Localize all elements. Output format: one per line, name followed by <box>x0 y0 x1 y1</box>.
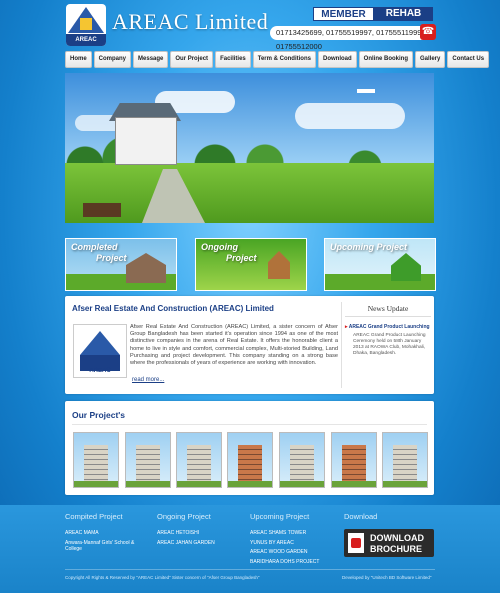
site-title: AREAC Limited <box>112 9 269 34</box>
about-text: Afser Real Estate And Construction (AREA… <box>130 324 338 367</box>
tile-ongoing-l2: Project <box>226 253 257 263</box>
main-nav: Home Company Message Our Project Facilit… <box>65 51 490 68</box>
house-frame-icon <box>268 251 290 279</box>
nav-online-booking[interactable]: Online Booking <box>358 51 413 68</box>
phone-icon: ☎ <box>420 24 436 40</box>
footer-download: Download <box>344 512 434 521</box>
read-more-link[interactable]: read more... <box>132 377 164 383</box>
nav-terms[interactable]: Term & Conditions <box>252 51 316 68</box>
footer-ongoing-heading: Ongoing Project <box>157 512 211 521</box>
footer-link[interactable]: BARIDHARA DOHS PROJECT <box>250 559 340 566</box>
nav-download[interactable]: Download <box>317 51 357 68</box>
footer-link[interactable]: AREAC JAHAN GARDEN <box>157 540 242 547</box>
bench-image <box>83 203 121 217</box>
projects-heading: Our Project's <box>72 410 126 420</box>
brochure-label: BROCHURE <box>370 544 423 554</box>
nav-home[interactable]: Home <box>65 51 92 68</box>
grass-house-icon <box>391 253 421 281</box>
project-thumbnail[interactable] <box>125 432 171 488</box>
project-thumbnail[interactable] <box>227 432 273 488</box>
airplane-icon <box>357 89 375 93</box>
house-image <box>115 117 177 165</box>
footer-link[interactable]: Anwara-Mannaf Girls' School & College <box>65 540 150 553</box>
member-label: MEMBER <box>313 7 374 21</box>
about-logo-text: AREAC <box>89 368 111 374</box>
news-item-body: AREAC Grand Product Launching Ceremony h… <box>353 333 426 356</box>
nav-facilities[interactable]: Facilities <box>215 51 251 68</box>
tile-completed-l2: Project <box>96 253 127 263</box>
download-brochure-button[interactable]: DOWNLOAD BROCHURE <box>344 529 434 557</box>
footer-link[interactable]: AREAC SHAMS TOWER <box>250 530 340 537</box>
copyright-text: Copyright All Rights & Reserved by "AREA… <box>65 575 260 580</box>
about-section: Afser Real Estate And Construction (AREA… <box>65 296 434 394</box>
about-logo: AREAC <box>73 324 127 378</box>
nav-message[interactable]: Message <box>133 51 169 68</box>
nav-company[interactable]: Company <box>93 51 132 68</box>
our-projects-section: Our Project's <box>65 401 434 495</box>
nav-our-project[interactable]: Our Project <box>170 51 214 68</box>
footer-download-heading: Download <box>344 512 378 521</box>
logo-text: AREAC <box>66 34 106 46</box>
rehab-member-badge: MEMBER REHAB <box>313 7 433 21</box>
completed-project-tile[interactable]: Completed Project <box>65 238 177 291</box>
logo[interactable]: AREAC <box>66 4 106 46</box>
phone-numbers: 01713425699, 01755519997, 01755511999, 0… <box>270 24 436 51</box>
about-heading: Afser Real Estate And Construction (AREA… <box>72 304 274 313</box>
footer-divider <box>65 569 435 570</box>
nav-gallery[interactable]: Gallery <box>415 51 446 68</box>
rehab-label: REHAB <box>374 7 433 21</box>
footer-upcoming-heading: Upcoming Project <box>250 512 310 521</box>
news-item-title[interactable]: AREAC Grand Product Launching <box>345 324 431 330</box>
hero-banner <box>65 73 434 223</box>
upcoming-project-tile[interactable]: Upcoming Project <box>324 238 436 291</box>
project-thumbnail[interactable] <box>73 432 119 488</box>
tile-ongoing-l1: Ongoing <box>201 242 238 252</box>
footer-link[interactable]: AREAC WOOD GARDEN <box>250 549 340 556</box>
footer-ongoing: Ongoing Project AREAC HETOISHI AREAC JAH… <box>157 512 242 546</box>
pdf-icon <box>348 533 364 553</box>
footer-completed: Compited Project AREAC MAMA Anwara-Manna… <box>65 512 150 553</box>
news-heading: News Update <box>345 304 431 317</box>
footer-link[interactable]: AREAC HETOISHI <box>157 530 242 537</box>
footer-completed-heading: Compited Project <box>65 512 123 521</box>
footer-upcoming: Upcoming Project AREAC SHAMS TOWER YUNUS… <box>250 512 340 565</box>
download-label: DOWNLOAD <box>370 533 424 543</box>
news-panel: News Update AREAC Grand Product Launchin… <box>345 304 431 357</box>
project-thumbnail[interactable] <box>176 432 222 488</box>
ongoing-project-tile[interactable]: Ongoing Project <box>195 238 307 291</box>
tile-upcoming-l1: Upcoming Project <box>330 242 408 252</box>
footer-link[interactable]: AREAC MAMA <box>65 530 150 537</box>
footer-link[interactable]: YUNUS BY AREAC <box>250 540 340 547</box>
project-thumbnail[interactable] <box>382 432 428 488</box>
developer-credit: Developed by "Unitech BD Software Limite… <box>342 575 432 580</box>
nav-contact[interactable]: Contact Us <box>447 51 490 68</box>
project-thumbnail[interactable] <box>279 432 325 488</box>
house-icon <box>126 253 166 283</box>
project-thumbnail[interactable] <box>331 432 377 488</box>
tile-completed-l1: Completed <box>71 242 118 252</box>
